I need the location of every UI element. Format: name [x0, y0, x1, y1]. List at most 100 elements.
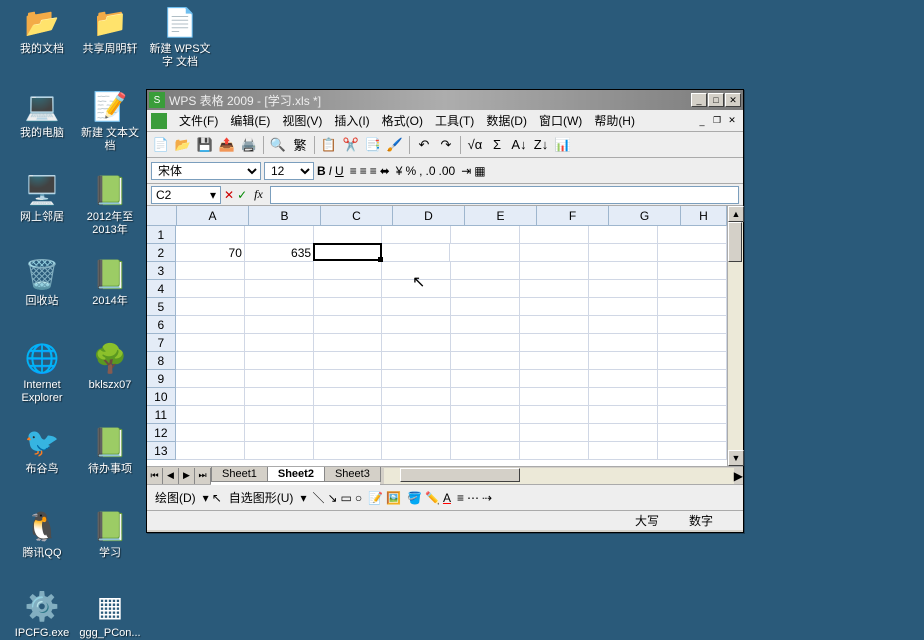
cell[interactable] — [520, 244, 589, 262]
cell[interactable] — [450, 244, 519, 262]
cell[interactable] — [658, 352, 727, 370]
cell[interactable] — [313, 243, 382, 261]
cell[interactable] — [520, 370, 589, 388]
copy-button[interactable]: 📑 — [363, 135, 383, 155]
next-sheet-button[interactable]: ▶ — [179, 468, 195, 484]
menu-item[interactable]: 视图(V) — [276, 110, 328, 131]
prev-sheet-button[interactable]: ◀ — [163, 468, 179, 484]
cell[interactable]: 635 — [245, 244, 314, 262]
cell[interactable] — [381, 244, 450, 262]
sort-desc-button[interactable]: Z↓ — [531, 135, 551, 155]
cell[interactable] — [176, 406, 245, 424]
cell[interactable] — [589, 334, 658, 352]
doc-restore-button[interactable]: ❐ — [710, 115, 724, 127]
cell[interactable] — [176, 388, 245, 406]
confirm-icon[interactable]: ✓ — [237, 188, 247, 202]
cell[interactable] — [382, 352, 451, 370]
sheet-tab[interactable]: Sheet3 — [324, 467, 381, 482]
row-header[interactable]: 6 — [147, 316, 176, 334]
desktop-icon[interactable]: 🖥️网上邻居 — [10, 172, 74, 224]
cell[interactable] — [520, 280, 589, 298]
cell[interactable] — [658, 298, 727, 316]
fill-color-icon[interactable]: 🪣 — [407, 491, 422, 505]
chart-button[interactable]: 📊 — [553, 135, 573, 155]
cell-reference-box[interactable]: C2▾ — [151, 186, 221, 204]
first-sheet-button[interactable]: ⏮ — [147, 468, 163, 484]
print-button[interactable]: 🖨️ — [239, 135, 259, 155]
cell[interactable] — [382, 370, 451, 388]
cell[interactable] — [314, 226, 383, 244]
menu-item[interactable]: 窗口(W) — [533, 110, 588, 131]
column-header[interactable]: E — [465, 206, 537, 226]
new-button[interactable]: 📄 — [151, 135, 171, 155]
cell[interactable] — [314, 424, 383, 442]
cell[interactable] — [314, 280, 383, 298]
cell[interactable] — [245, 334, 314, 352]
doc-close-button[interactable]: ✕ — [725, 115, 739, 127]
titlebar[interactable]: S WPS 表格 2009 - [学习.xls *] _ □ ✕ — [147, 90, 743, 110]
merge-button[interactable]: ⬌ — [380, 164, 390, 178]
cell[interactable] — [245, 388, 314, 406]
arrow-icon[interactable]: ↘ — [327, 491, 337, 505]
select-all-corner[interactable] — [147, 206, 177, 226]
cell[interactable] — [382, 424, 451, 442]
cell[interactable] — [520, 262, 589, 280]
font-size-select[interactable]: 12 — [264, 162, 314, 180]
column-header[interactable]: D — [393, 206, 465, 226]
cell[interactable] — [589, 262, 658, 280]
desktop-icon[interactable]: 📁共享周明轩 — [78, 4, 142, 56]
cell[interactable] — [658, 262, 727, 280]
line-style-icon[interactable]: ≡ — [457, 491, 464, 505]
cell[interactable] — [451, 388, 520, 406]
bold-button[interactable]: B — [317, 164, 326, 178]
textbox-icon[interactable]: 📝 — [368, 491, 383, 505]
cell[interactable] — [589, 298, 658, 316]
cell[interactable] — [520, 424, 589, 442]
cell[interactable] — [314, 370, 383, 388]
cell[interactable] — [382, 262, 451, 280]
row-header[interactable]: 11 — [147, 406, 176, 424]
cell[interactable] — [382, 406, 451, 424]
cell[interactable] — [451, 406, 520, 424]
cell[interactable] — [314, 334, 383, 352]
cell[interactable] — [176, 424, 245, 442]
autoshape-menu[interactable]: 自选图形(U) — [225, 489, 298, 506]
cell[interactable] — [176, 442, 245, 460]
cell[interactable] — [314, 406, 383, 424]
cell[interactable] — [658, 424, 727, 442]
open-button[interactable]: 📂 — [173, 135, 193, 155]
cell[interactable] — [245, 280, 314, 298]
column-header[interactable]: C — [321, 206, 393, 226]
underline-button[interactable]: U — [335, 164, 344, 178]
line-color-icon[interactable]: ✏️ — [425, 491, 440, 505]
cell[interactable] — [658, 316, 727, 334]
undo-button[interactable]: ↶ — [414, 135, 434, 155]
cell[interactable] — [451, 226, 520, 244]
scroll-thumb[interactable] — [728, 222, 742, 262]
cell[interactable] — [451, 370, 520, 388]
cell[interactable] — [520, 352, 589, 370]
row-header[interactable]: 10 — [147, 388, 176, 406]
cell[interactable] — [382, 316, 451, 334]
insert-image-icon[interactable]: 🖼️ — [386, 491, 401, 505]
cell[interactable] — [658, 280, 727, 298]
oval-icon[interactable]: ○ — [355, 491, 362, 505]
increase-decimal-button[interactable]: .0 — [426, 164, 436, 178]
row-header[interactable]: 4 — [147, 280, 176, 298]
cell[interactable] — [520, 316, 589, 334]
cell[interactable] — [658, 226, 727, 244]
cell[interactable] — [520, 388, 589, 406]
cell[interactable] — [314, 442, 383, 460]
cell[interactable] — [520, 406, 589, 424]
percent-button[interactable]: % — [405, 164, 416, 178]
desktop-icon[interactable]: 📂我的文档 — [10, 4, 74, 56]
menu-item[interactable]: 格式(O) — [376, 110, 429, 131]
desktop-icon[interactable]: 💻我的电脑 — [10, 88, 74, 140]
cell[interactable] — [314, 352, 383, 370]
align-left-button[interactable]: ≡ — [350, 164, 357, 178]
cell[interactable] — [176, 298, 245, 316]
cell[interactable] — [658, 370, 727, 388]
cell[interactable] — [245, 226, 314, 244]
desktop-icon[interactable]: ▦ggg_PCon... — [78, 588, 142, 640]
cancel-icon[interactable]: ✕ — [224, 188, 234, 202]
